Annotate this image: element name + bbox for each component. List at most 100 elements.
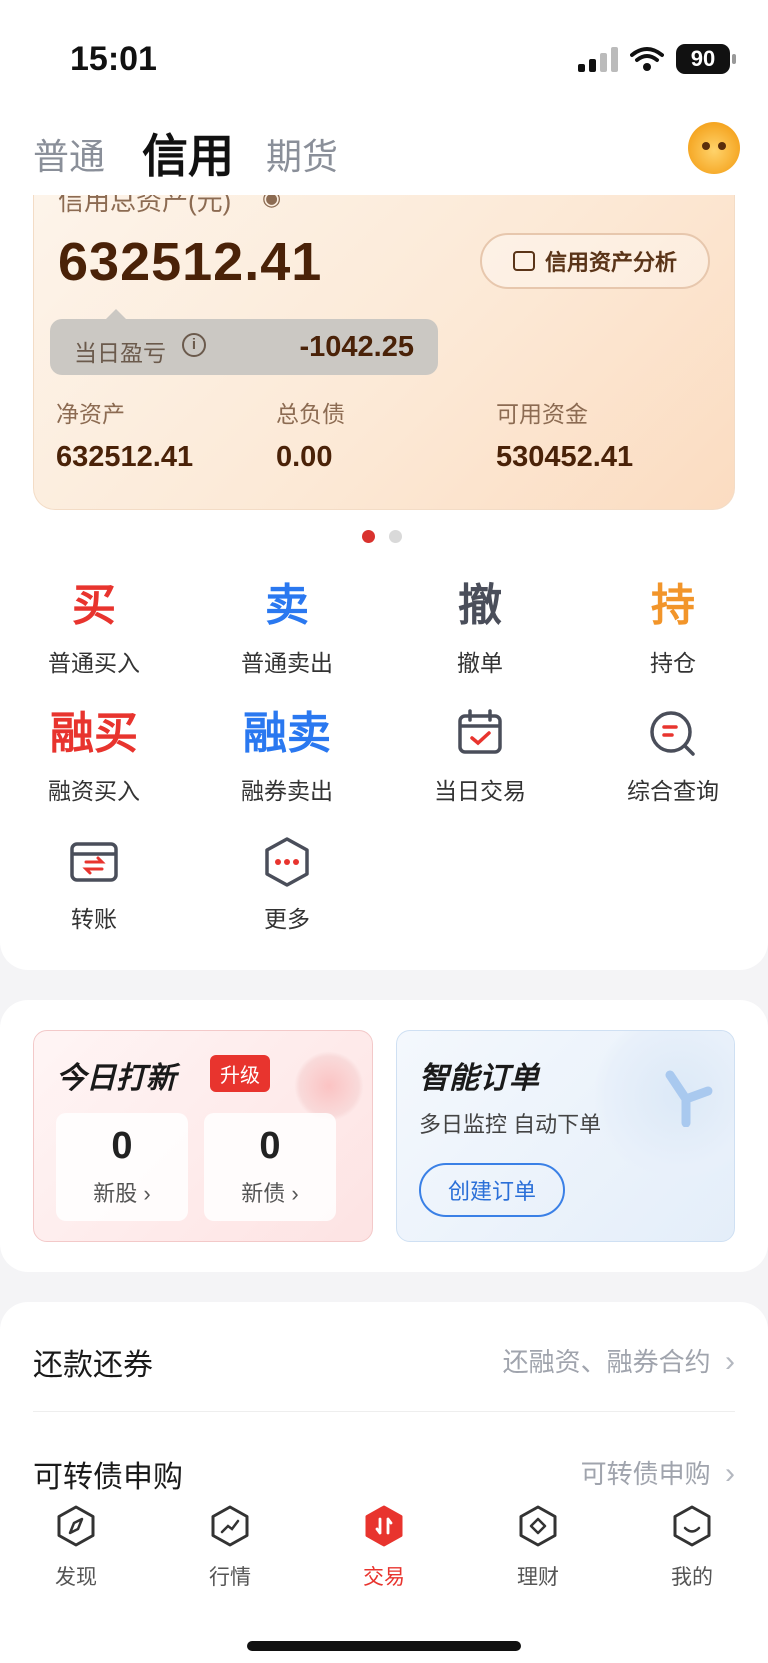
buy-glyph: 买 (72, 581, 116, 630)
new-stock-label: 新股 (93, 1181, 138, 1206)
repayment-hint: 还融资、融券合约 (503, 1342, 735, 1379)
home-indicator[interactable] (247, 1641, 521, 1651)
net-assets: 净资产 632512.41 (56, 395, 193, 474)
total-liabilities-label: 总负债 (276, 401, 345, 427)
menu-label: 普通卖出 (241, 650, 333, 676)
chevron-right-icon: › (285, 1181, 299, 1206)
analysis-icon (512, 251, 535, 271)
daily-pnl-value: -1042.25 (299, 331, 415, 363)
asset-analysis-button[interactable]: 信用资产分析 (480, 233, 710, 289)
convertible-bond-hint: 可转债申购 (581, 1454, 735, 1491)
available-funds-value: 530452.41 (496, 441, 634, 473)
chevron-right-icon: › (137, 1181, 151, 1206)
menu-label: 融券卖出 (241, 778, 333, 804)
daily-pnl-label: 当日盈亏 (74, 340, 166, 366)
net-assets-label: 净资产 (56, 401, 125, 427)
repayment-label: 还款还券 (33, 1349, 153, 1382)
account-tabs: 普通 信用 期货 (0, 110, 768, 195)
chart-trend-icon (211, 1505, 249, 1547)
profile-icon (673, 1505, 711, 1547)
total-liabilities-value: 0.00 (276, 441, 333, 473)
credit-asset-card: 信用总资产(元) ◉ 632512.41 信用资产分析 当日盈亏 i -1042… (33, 195, 735, 510)
new-bond-count: 0 (259, 1125, 281, 1167)
transfer-icon (64, 832, 124, 892)
total-assets-value: 632512.41 (58, 232, 323, 292)
menu-transfer[interactable]: 转账 (19, 832, 169, 934)
bottom-nav: 发现 行情 交易 理财 我的 (0, 1490, 768, 1663)
new-stock-count: 0 (111, 1125, 133, 1167)
menu-label: 持仓 (650, 650, 696, 676)
search-query-icon (643, 704, 703, 764)
menu-label: 融资买入 (48, 778, 140, 804)
status-bar: 15:01 90 (0, 0, 768, 110)
menu-cancel-order[interactable]: 撤 撤单 (405, 576, 555, 678)
menu-daily-trades[interactable]: 当日交易 (405, 704, 555, 806)
new-bond-box[interactable]: 0 新债 › (204, 1113, 336, 1221)
menu-more[interactable]: 更多 (212, 832, 362, 934)
menu-short-sell[interactable]: 融卖 融券卖出 (212, 704, 362, 806)
more-hex-icon (257, 832, 317, 892)
nav-label: 交易 (363, 1566, 405, 1589)
tab-futures[interactable]: 期货 (266, 128, 338, 180)
menu-label: 当日交易 (434, 778, 526, 804)
menu-margin-buy[interactable]: 融买 融资买入 (19, 704, 169, 806)
upgrade-badge[interactable]: 升级 (210, 1055, 270, 1092)
menu-comprehensive-query[interactable]: 综合查询 (598, 704, 748, 806)
menu-label: 撤单 (457, 650, 503, 676)
margin-buy-glyph: 融买 (50, 709, 138, 758)
total-liabilities: 总负债 0.00 (276, 395, 345, 474)
nav-discover[interactable]: 发现 (26, 1504, 126, 1591)
menu-normal-sell[interactable]: 卖 普通卖出 (212, 576, 362, 678)
wifi-icon (630, 47, 664, 71)
daily-pnl-tooltip: 当日盈亏 i -1042.25 (50, 309, 438, 375)
ipo-decoration (294, 1051, 364, 1121)
nav-trade[interactable]: 交易 (334, 1504, 434, 1591)
mascot-avatar[interactable] (688, 122, 740, 174)
new-bond-label: 新债 (241, 1181, 286, 1206)
asset-analysis-label: 信用资产分析 (544, 250, 677, 275)
menu-label: 普通买入 (48, 650, 140, 676)
nav-label: 发现 (55, 1566, 97, 1589)
smart-order-subtitle: 多日监控 自动下单 (419, 1112, 602, 1137)
carousel-dot (389, 530, 402, 543)
diamond-icon (519, 1505, 557, 1547)
compass-icon (57, 1505, 95, 1547)
tab-credit[interactable]: 信用 (142, 120, 234, 186)
carousel-indicator (362, 530, 402, 543)
smart-order-card[interactable]: 智能订单 多日监控 自动下单 创建订单 (396, 1030, 735, 1242)
calendar-check-icon (450, 704, 510, 764)
eye-icon[interactable]: ◉ (262, 195, 281, 211)
nav-market[interactable]: 行情 (180, 1504, 280, 1591)
battery-icon: 90 (676, 44, 736, 74)
cellular-signal-icon (578, 46, 618, 72)
nav-wealth[interactable]: 理财 (488, 1504, 588, 1591)
ipo-card[interactable]: 今日打新 升级 0 新股 › 0 新债 › (33, 1030, 373, 1242)
nav-label: 理财 (517, 1566, 559, 1589)
cancel-glyph: 撤 (458, 581, 502, 630)
menu-positions[interactable]: 持 持仓 (598, 576, 748, 678)
nav-label: 行情 (209, 1566, 251, 1589)
hold-glyph: 持 (651, 581, 695, 630)
short-sell-glyph: 融卖 (243, 709, 331, 758)
ipo-title: 今日打新 (56, 1062, 176, 1095)
menu-normal-buy[interactable]: 买 普通买入 (19, 576, 169, 678)
total-assets-label: 信用总资产(元) (58, 195, 232, 216)
new-stock-box[interactable]: 0 新股 › (56, 1113, 188, 1221)
create-order-button[interactable]: 创建订单 (419, 1163, 565, 1217)
nav-profile[interactable]: 我的 (642, 1504, 742, 1591)
status-time: 15:01 (70, 40, 157, 78)
nav-label: 我的 (671, 1566, 713, 1589)
net-assets-value: 632512.41 (56, 441, 194, 473)
trade-icon (365, 1505, 403, 1547)
clock-decoration-icon (665, 1070, 713, 1127)
available-funds-label: 可用资金 (496, 401, 588, 427)
list-row-repayment[interactable]: 还款还券 还融资、融券合约 (33, 1302, 735, 1412)
menu-label: 转账 (71, 906, 117, 932)
menu-label: 综合查询 (627, 778, 719, 804)
tab-normal[interactable]: 普通 (33, 128, 105, 180)
info-icon[interactable]: i (182, 333, 206, 357)
available-funds: 可用资金 530452.41 (496, 395, 633, 474)
sell-glyph: 卖 (265, 581, 309, 630)
menu-label: 更多 (264, 906, 310, 932)
smart-order-title: 智能订单 (419, 1062, 539, 1095)
